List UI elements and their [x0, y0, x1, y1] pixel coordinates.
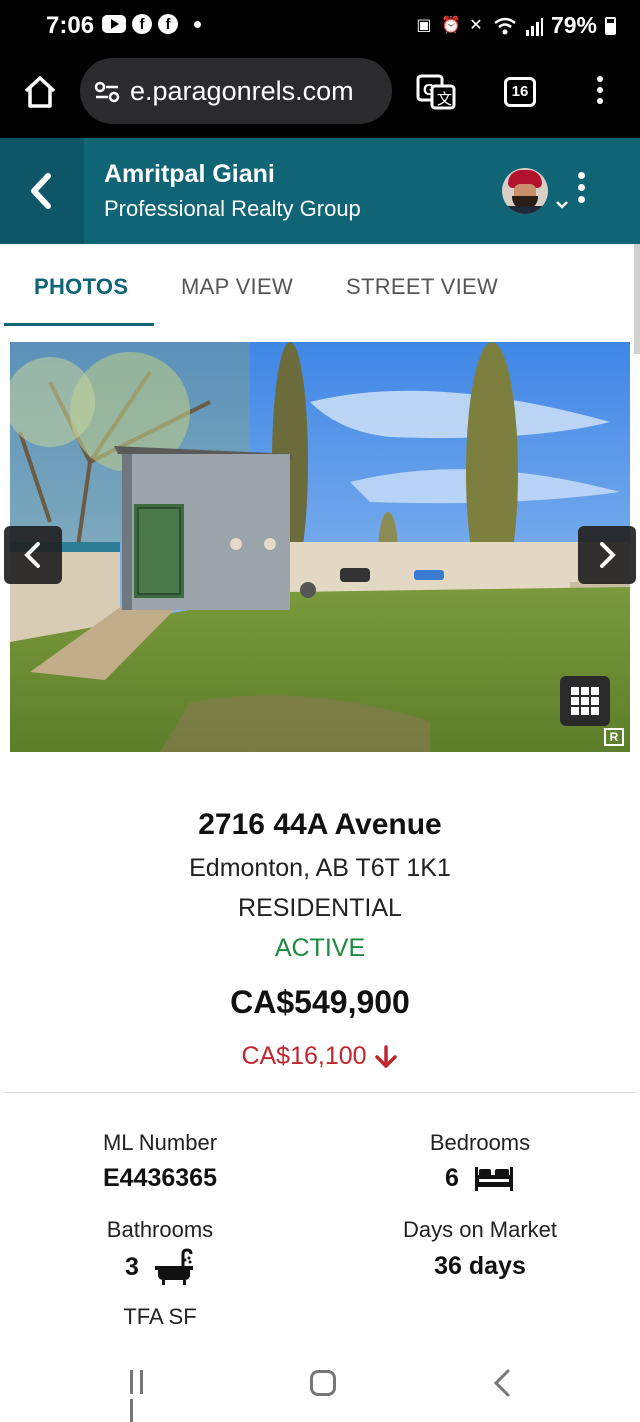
- alarm-icon: ⏰: [440, 16, 461, 34]
- listing-photo[interactable]: [10, 342, 630, 752]
- home-nav-icon[interactable]: [310, 1370, 336, 1396]
- property-type: RESIDENTIAL: [238, 894, 402, 922]
- listing-status: ACTIVE: [274, 934, 366, 962]
- browser-menu-icon[interactable]: [594, 76, 606, 108]
- facebook-icon: f: [132, 14, 152, 34]
- status-bar: 7:06 f f ▣ ⏰ ✕ 79%: [0, 0, 640, 52]
- listing-address: 2716 44A Avenue: [198, 808, 442, 841]
- view-tabs: PHOTOS MAP VIEW STREET VIEW: [0, 244, 640, 328]
- days-on-market: 36 days: [434, 1252, 526, 1280]
- next-photo-button[interactable]: [578, 526, 636, 584]
- tab-switcher-button[interactable]: 16: [504, 77, 536, 107]
- agent-avatar[interactable]: [502, 168, 548, 214]
- ml-number-label: ML Number: [102, 1130, 218, 1155]
- back-button[interactable]: [0, 138, 84, 244]
- site-settings-icon[interactable]: [94, 80, 120, 104]
- battery-icon: [605, 16, 616, 35]
- address-bar[interactable]: e.paragonrels.com: [80, 58, 392, 124]
- bathrooms-count: 3: [125, 1252, 139, 1281]
- bedrooms-label: Bedrooms: [429, 1130, 531, 1155]
- status-time: 7:06: [46, 12, 95, 39]
- active-tab-indicator: [4, 323, 154, 326]
- svg-text:文: 文: [437, 91, 452, 108]
- bedrooms-count: 6: [445, 1164, 459, 1192]
- tab-map-view[interactable]: MAP VIEW: [181, 274, 293, 300]
- bathtub-icon: [154, 1248, 193, 1285]
- chevron-right-icon: [600, 542, 616, 568]
- scrollbar[interactable]: [634, 244, 640, 354]
- ml-number-value: E4436365: [0, 1164, 320, 1193]
- ml-number: E4436365: [102, 1164, 217, 1192]
- tfa-sf-label: TFA SF: [123, 1304, 197, 1329]
- more-options-icon[interactable]: [576, 172, 586, 210]
- listing-city: Edmonton, AB T6T 1K1: [189, 854, 451, 882]
- bed-icon: [474, 1166, 513, 1191]
- chevron-left-icon: [24, 542, 40, 568]
- listing-price: CA$549,900: [230, 984, 410, 1020]
- days-on-market-value: 36 days: [320, 1252, 640, 1281]
- price-drop-amount: CA$16,100: [241, 1042, 367, 1070]
- agent-company: Professional Realty Group: [104, 196, 361, 221]
- recent-apps-icon[interactable]: [130, 1370, 158, 1422]
- notification-icons: f f: [102, 14, 201, 34]
- translate-icon[interactable]: G 文: [416, 74, 456, 110]
- home-icon[interactable]: [22, 74, 58, 110]
- signal-icon: [525, 17, 543, 36]
- chevron-left-icon: [31, 173, 51, 209]
- photo-grid-button[interactable]: [560, 676, 610, 726]
- divider: [4, 1092, 636, 1093]
- bedrooms-value: 6: [320, 1164, 640, 1193]
- youtube-icon: [102, 15, 126, 33]
- bathrooms-value: 3: [0, 1248, 320, 1286]
- back-nav-icon[interactable]: [492, 1368, 512, 1398]
- arrow-down-icon: [374, 1044, 397, 1068]
- wifi-icon: [494, 17, 516, 34]
- tab-photos[interactable]: PHOTOS: [34, 274, 128, 300]
- facebook-icon: f: [158, 14, 178, 34]
- system-nav-bar: [0, 1344, 640, 1422]
- browser-toolbar: e.paragonrels.com G 文 16: [0, 52, 640, 138]
- agent-name: Amritpal Giani: [104, 160, 275, 188]
- bathrooms-label: Bathrooms: [106, 1217, 214, 1242]
- tab-street-view[interactable]: STREET VIEW: [346, 274, 498, 300]
- notification-dot-icon: [194, 20, 201, 28]
- chevron-down-icon[interactable]: [555, 200, 569, 210]
- battery-percent: 79%: [550, 12, 597, 38]
- realtor-logo-icon: R: [604, 728, 624, 746]
- mute-icon: ✕: [469, 16, 483, 34]
- battery-saver-icon: ▣: [416, 16, 432, 34]
- price-drop: CA$16,100: [0, 1042, 640, 1071]
- url-text[interactable]: e.paragonrels.com: [130, 76, 354, 107]
- system-icons: ▣ ⏰ ✕ 79%: [415, 12, 616, 39]
- app-header: Amritpal Giani Professional Realty Group: [0, 138, 640, 244]
- previous-photo-button[interactable]: [4, 526, 62, 584]
- days-on-market-label: Days on Market: [402, 1217, 558, 1242]
